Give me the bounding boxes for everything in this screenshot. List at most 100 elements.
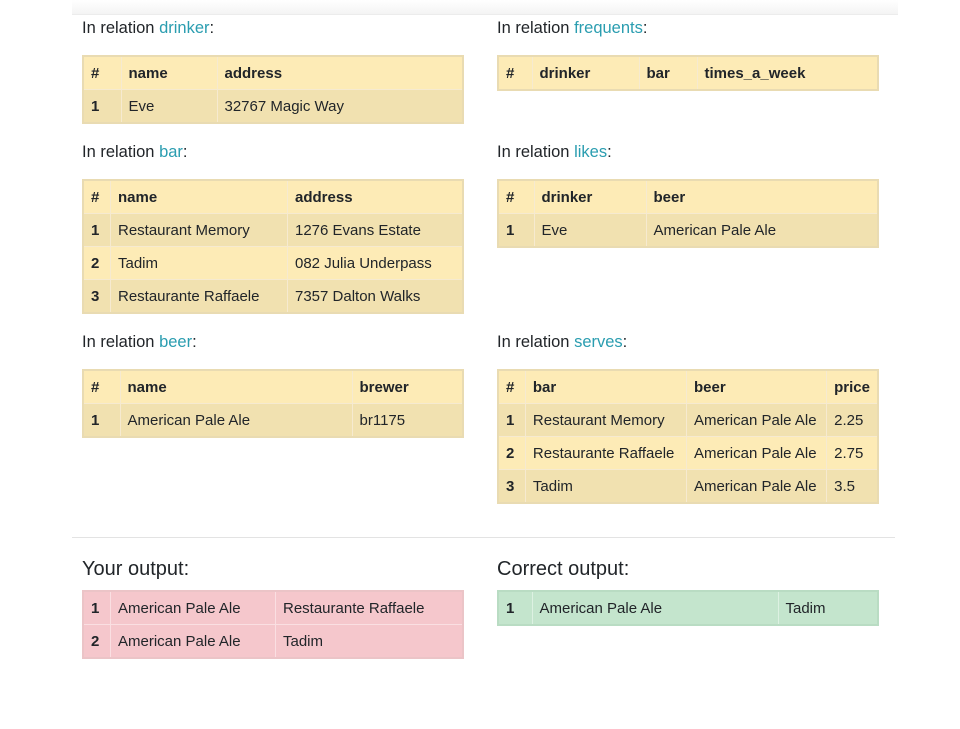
table-cell: American Pale Ale <box>110 590 276 625</box>
table-header-row: # bar beer price <box>497 369 879 404</box>
header-cell: name <box>110 179 288 214</box>
row-number: 2 <box>497 436 526 470</box>
table-cell: Tadim <box>777 590 879 626</box>
relation-bar-section: In relation bar: # name address 1 Restau… <box>82 141 464 314</box>
table-cell: Restaurante Raffaele <box>275 590 464 625</box>
row-number: 2 <box>82 246 111 280</box>
heading-colon: : <box>607 143 612 161</box>
correct-output-title: Correct output: <box>497 558 630 580</box>
heading-colon: : <box>209 19 215 37</box>
header-cell: # <box>497 55 533 91</box>
header-cell: address <box>287 179 464 214</box>
relation-name-link[interactable]: bar <box>159 143 183 161</box>
header-cell: # <box>82 179 111 214</box>
relation-beer-section: In relation beer: # name brewer 1 Americ… <box>82 331 464 438</box>
header-cell: # <box>497 369 526 404</box>
relation-table-serves: # bar beer price 1 Restaurant Memory Ame… <box>497 369 879 504</box>
relation-table-bar: # name address 1 Restaurant Memory 1276 … <box>82 179 464 314</box>
heading-prefix: In relation <box>82 143 155 161</box>
heading-colon: : <box>642 19 648 37</box>
relation-heading: In relation beer: <box>82 331 464 353</box>
table-cell: Tadim <box>524 469 687 504</box>
header-cell: times_a_week <box>696 55 879 91</box>
row-number: 1 <box>497 590 533 626</box>
relation-likes-section: In relation likes: # drinker beer 1 Eve … <box>497 141 879 248</box>
header-cell: beer <box>685 369 828 404</box>
relation-name-link[interactable]: serves <box>574 333 623 351</box>
header-cell: # <box>82 369 121 404</box>
row-number: 1 <box>497 213 535 248</box>
relation-table-beer: # name brewer 1 American Pale Ale br1175 <box>82 369 464 438</box>
table-row: 1 Eve 32767 Magic Way <box>82 89 464 124</box>
relation-heading: In relation serves: <box>497 331 879 353</box>
table-row: 1 American Pale Ale Restaurante Raffaele <box>82 590 464 625</box>
table-row: 3 Restaurante Raffaele 7357 Dalton Walks <box>82 279 464 314</box>
relation-heading: In relation likes: <box>497 141 879 163</box>
table-cell: 32767 Magic Way <box>216 89 464 124</box>
table-cell: 2.25 <box>826 403 879 437</box>
relation-name-link[interactable]: drinker <box>159 19 209 37</box>
relation-table-likes: # drinker beer 1 Eve American Pale Ale <box>497 179 879 248</box>
table-header-row: # drinker beer <box>497 179 879 214</box>
heading-prefix: In relation <box>497 333 570 351</box>
table-cell: American Pale Ale <box>685 403 828 437</box>
table-row: 1 Restaurant Memory 1276 Evans Estate <box>82 213 464 247</box>
table-row: 1 Eve American Pale Ale <box>497 213 879 248</box>
table-cell: Eve <box>533 213 647 248</box>
table-cell: American Pale Ale <box>531 590 779 626</box>
table-cell: br1175 <box>351 403 464 438</box>
header-cell: # <box>497 179 535 214</box>
heading-colon: : <box>192 333 197 351</box>
table-cell: American Pale Ale <box>645 213 879 248</box>
relation-name-link[interactable]: likes <box>574 143 607 161</box>
table-header-row: # name address <box>82 179 464 214</box>
table-row: 1 Restaurant Memory American Pale Ale 2.… <box>497 403 879 437</box>
table-row: 2 American Pale Ale Tadim <box>82 624 464 659</box>
header-cell: drinker <box>531 55 640 91</box>
table-cell: Restaurante Raffaele <box>524 436 687 470</box>
heading-colon: : <box>182 143 188 161</box>
header-cell: drinker <box>533 179 647 214</box>
your-output-table: 1 American Pale Ale Restaurante Raffaele… <box>82 590 464 659</box>
header-cell: address <box>216 55 464 90</box>
correct-output-table: 1 American Pale Ale Tadim <box>497 590 879 626</box>
header-cell: price <box>826 369 879 404</box>
table-cell: 082 Julia Underpass <box>287 246 464 280</box>
table-cell: American Pale Ale <box>685 436 828 470</box>
table-cell: Restaurante Raffaele <box>110 279 288 314</box>
table-cell: 2.75 <box>826 436 879 470</box>
table-header-row: # name brewer <box>82 369 464 404</box>
row-number: 1 <box>82 89 122 124</box>
table-row: 2 Restaurante Raffaele American Pale Ale… <box>497 436 879 470</box>
row-number: 1 <box>82 590 111 625</box>
row-number: 1 <box>82 403 121 438</box>
table-cell: Restaurant Memory <box>110 213 288 247</box>
relation-heading: In relation drinker: <box>82 17 464 39</box>
relation-table-drinker: # name address 1 Eve 32767 Magic Way <box>82 55 464 124</box>
table-cell: 1276 Evans Estate <box>287 213 464 247</box>
row-number: 2 <box>82 624 111 659</box>
table-cell: American Pale Ale <box>685 469 828 504</box>
relation-name-link[interactable]: frequents <box>574 19 643 37</box>
your-output-section: Your output: 1 American Pale Ale Restaur… <box>82 556 464 659</box>
table-cell: 3.5 <box>826 469 879 504</box>
table-row: 3 Tadim American Pale Ale 3.5 <box>497 469 879 504</box>
table-cell: Eve <box>120 89 218 124</box>
heading-prefix: In relation <box>82 333 155 351</box>
table-cell: 7357 Dalton Walks <box>287 279 464 314</box>
header-cell: bar <box>524 369 687 404</box>
header-cell: beer <box>645 179 879 214</box>
table-cell: American Pale Ale <box>119 403 353 438</box>
relation-name-link[interactable]: beer <box>159 333 192 351</box>
header-cell: name <box>119 369 353 404</box>
relation-drinker-section: In relation drinker: # name address 1 Ev… <box>82 17 464 124</box>
relation-heading: In relation frequents: <box>497 17 879 39</box>
header-cell: # <box>82 55 122 90</box>
table-cell: Restaurant Memory <box>524 403 687 437</box>
heading-prefix: In relation <box>497 19 570 37</box>
table-row: 2 Tadim 082 Julia Underpass <box>82 246 464 280</box>
relation-table-frequents: # drinker bar times_a_week <box>497 55 879 91</box>
header-cell: brewer <box>351 369 464 404</box>
relation-serves-section: In relation serves: # bar beer price 1 R… <box>497 331 879 504</box>
relation-frequents-section: In relation frequents: # drinker bar tim… <box>497 17 879 91</box>
